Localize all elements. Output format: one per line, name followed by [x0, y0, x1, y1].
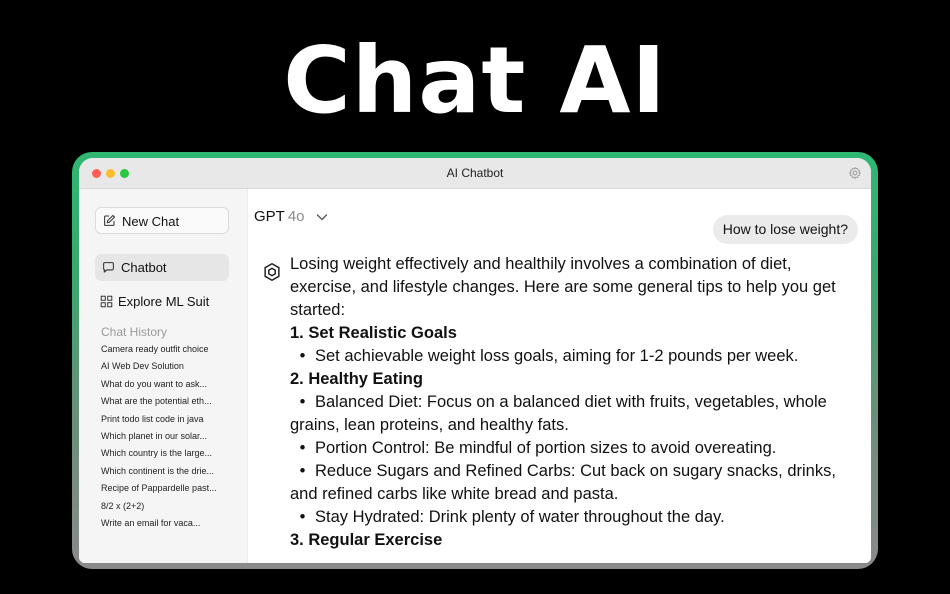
reply-intro: Losing weight effectively and healthily …: [290, 255, 836, 319]
model-name: GPT: [254, 208, 285, 225]
history-item[interactable]: Which continent is the drie...: [101, 465, 241, 482]
history-item[interactable]: What are the potential eth...: [101, 395, 241, 412]
reply-bullet: Portion Control: Be mindful of portion s…: [290, 437, 860, 460]
reply-heading: 1. Set Realistic Goals: [290, 324, 457, 342]
history-item[interactable]: Write an email for vaca...: [101, 517, 241, 534]
reply-bullet: Set achievable weight loss goals, aiming…: [290, 345, 860, 368]
history-item[interactable]: Camera ready outfit choice: [101, 343, 241, 360]
history-item[interactable]: Which country is the large...: [101, 447, 241, 464]
reply-heading: 3. Regular Exercise: [290, 531, 443, 549]
history-item[interactable]: 8/2 x (2+2): [101, 500, 241, 517]
app-window: AI Chatbot New Chat Chatbot Explore ML S…: [79, 158, 871, 563]
chat-history-heading: Chat History: [101, 325, 168, 339]
new-chat-button[interactable]: New Chat: [95, 207, 229, 234]
sidebar-item-explore-ml-suit[interactable]: Explore ML Suit: [95, 289, 229, 315]
model-selector[interactable]: GPT 4o: [254, 208, 305, 225]
reply-bullet: Reduce Sugars and Refined Carbs: Cut bac…: [290, 460, 860, 506]
reply-bullet: Balanced Diet: Focus on a balanced diet …: [290, 391, 860, 437]
sidebar: New Chat Chatbot Explore ML Suit Chat Hi…: [79, 189, 248, 563]
hero-title: Chat AI: [283, 27, 667, 134]
history-item[interactable]: Which planet in our solar...: [101, 430, 241, 447]
model-version: 4o: [287, 208, 305, 225]
compose-icon: [104, 214, 116, 226]
gear-icon[interactable]: [848, 166, 862, 180]
sidebar-item-chatbot[interactable]: Chatbot: [95, 254, 229, 281]
chat-history-list: Camera ready outfit choice AI Web Dev So…: [101, 343, 241, 534]
chat-bubble-icon: [103, 262, 114, 273]
chat-main: GPT 4o How to lose weight? Losing weight …: [248, 189, 871, 563]
bot-reply-message: Losing weight effectively and healthily …: [290, 253, 860, 552]
history-item[interactable]: Recipe of Pappardelle past...: [101, 482, 241, 499]
sidebar-item-label: Explore ML Suit: [118, 294, 210, 309]
window-title: AI Chatbot: [446, 166, 504, 180]
reply-bullet: Stay Hydrated: Drink plenty of water thr…: [290, 506, 860, 529]
title-bar: AI Chatbot: [79, 158, 871, 189]
grid-icon: [100, 295, 113, 308]
history-item[interactable]: AI Web Dev Solution: [101, 360, 241, 377]
reply-heading: 2. Healthy Eating: [290, 370, 423, 388]
bot-logo-icon: [264, 263, 280, 281]
history-item[interactable]: What do you want to ask...: [101, 378, 241, 395]
chevron-down-icon[interactable]: [316, 212, 328, 222]
history-item[interactable]: Print todo list code in java: [101, 413, 241, 430]
sidebar-item-label: Chatbot: [121, 260, 167, 275]
new-chat-label: New Chat: [122, 214, 180, 229]
user-message-bubble: How to lose weight?: [712, 215, 858, 244]
